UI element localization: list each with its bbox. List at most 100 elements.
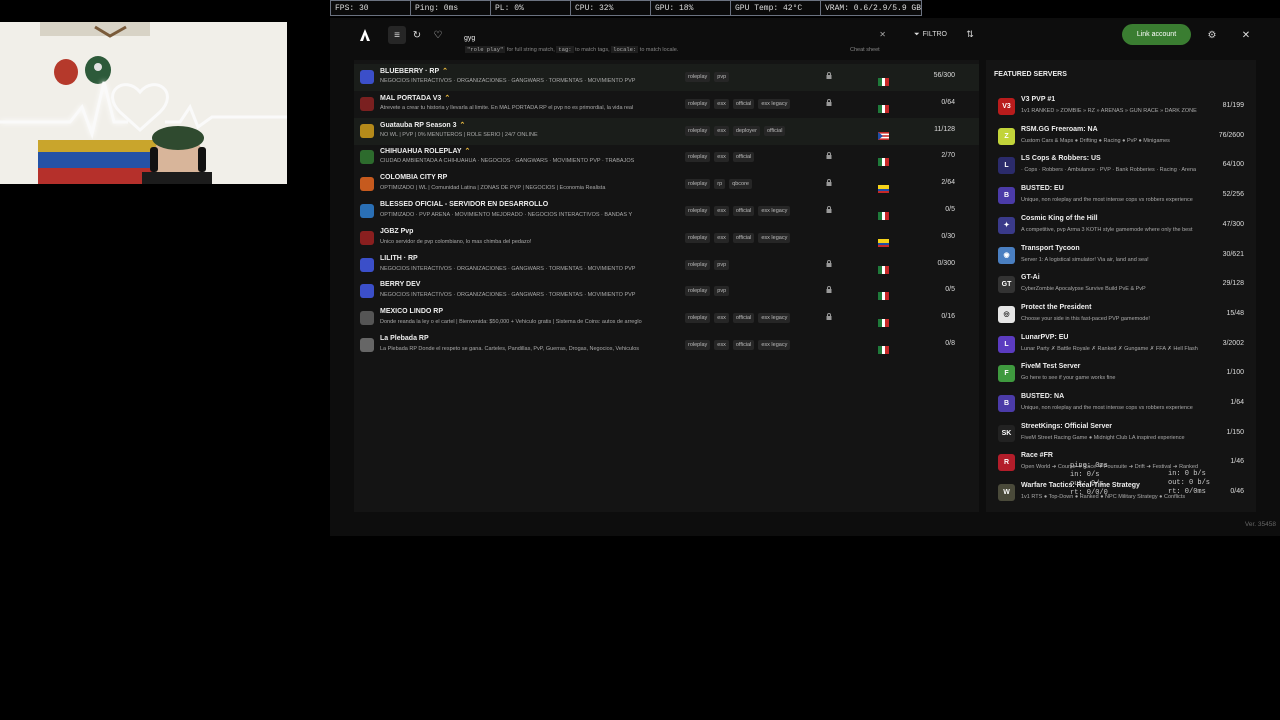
server-tag[interactable]: esx [714, 152, 729, 163]
featured-server-row[interactable]: R Race #FR Open World ➜ Course ➜ Race ➜ Po… [986, 448, 1256, 477]
server-tag[interactable]: official [732, 340, 755, 350]
server-row[interactable]: CHIHUAHUA ROLEPLAY ⌃ CIUDAD AMBIENTADA A C… [354, 144, 979, 171]
server-tag[interactable]: roleplay [685, 206, 711, 216]
server-tag[interactable]: pvp [714, 286, 730, 297]
server-tag[interactable]: roleplay [685, 152, 711, 163]
server-row[interactable]: MEXICO LINDO RP Donde reanda la ley o el … [354, 305, 979, 332]
server-tag[interactable]: qbcore [729, 179, 752, 190]
settings-gear-icon[interactable]: ⚙ [1204, 27, 1220, 43]
server-tag[interactable]: roleplay [685, 232, 711, 243]
close-icon[interactable]: ✕ [1238, 27, 1254, 43]
featured-server-row[interactable]: GT GT-Ai CyberZombie Apocalypse Survive Bu… [986, 270, 1256, 299]
boost-star-icon: ⌃ [444, 94, 451, 102]
server-tag[interactable]: pvp [714, 72, 730, 82]
server-tag[interactable]: roleplay [685, 72, 711, 82]
featured-server-description: CyberZombie Apocalypse Survive Build PvE… [1021, 286, 1146, 293]
featured-server-row[interactable]: Z RSM.GG Freeroam: NA Custom Cars & Maps ●… [986, 122, 1256, 151]
server-row[interactable]: BLESSED OFICIAL - SERVIDOR EN DESARROLLO… [354, 198, 979, 225]
featured-server-row[interactable]: ◉ Transport Tycoon Server 1: A logistical … [986, 241, 1256, 270]
server-tag[interactable]: pvp [714, 259, 730, 270]
server-description: Unico servidor de pvp colombiano, lo mas… [380, 238, 532, 245]
clear-search-icon[interactable]: ✕ [879, 30, 886, 39]
server-row[interactable]: La Plebada RP La Plebada RP Donde el resp… [354, 332, 979, 359]
player-count: 56/300 [933, 72, 955, 79]
server-tag[interactable]: esx legacy [758, 206, 791, 216]
featured-server-row[interactable]: F FiveM Test Server Go here to see if your… [986, 359, 1256, 388]
server-description: OPTIMIZADO · PVP ARENA · MOVIMIENTO MEJO… [380, 212, 633, 218]
stat-item: CPU: 32% [571, 1, 651, 15]
server-tag[interactable]: roleplay [685, 286, 711, 297]
featured-server-description: Lunar Party ✗ Battle Royale ✗ Ranked ✗ G… [1021, 345, 1198, 352]
featured-server-row[interactable]: B BUSTED: EU Unique, non roleplay and the … [986, 181, 1256, 210]
server-tag[interactable]: esx [714, 232, 729, 243]
server-description: OPTIMIZADO | WL | Comunidad Latina | ZON… [380, 185, 606, 192]
server-tag[interactable]: esx [714, 206, 729, 216]
history-icon[interactable]: ↻ [408, 26, 426, 44]
featured-server-row[interactable]: L LunarPVP: EU Lunar Party ✗ Battle Royale… [986, 330, 1256, 359]
server-row[interactable]: JGBZ Pvp Unico servidor de pvp colombiano… [354, 225, 979, 252]
search-input[interactable] [460, 30, 890, 47]
server-row[interactable]: LILITH · RP NEGOCIOS INTERACTIVOS · ORGAN… [354, 252, 979, 279]
boost-star-icon: ⌃ [464, 148, 471, 156]
server-tag[interactable]: roleplay [685, 259, 711, 270]
server-tag[interactable]: esx [714, 98, 729, 109]
filter-button[interactable]: ⏷ FILTRO [908, 26, 953, 43]
lock-icon [826, 179, 832, 188]
server-tag[interactable]: official [732, 232, 755, 243]
featured-server-row[interactable]: SK StreetKings: Official Server FiveM Stre… [986, 419, 1256, 448]
server-tag[interactable]: esx legacy [758, 340, 791, 350]
server-row[interactable]: BLUEBERRY · RP ⌃ NEGOCIOS INTERACTIVOS · O… [354, 64, 979, 91]
cheat-sheet-link[interactable]: Cheat sheet [850, 47, 880, 53]
server-tag[interactable]: esx [714, 340, 729, 350]
featured-server-row[interactable]: V3 V3 PVP #1 1v1 RANKED » ZOMBIE » RZ » AR… [986, 92, 1256, 121]
server-tag[interactable]: esx [714, 125, 729, 136]
featured-server-row[interactable]: ◎ Protect the President Choose your side i… [986, 300, 1256, 329]
server-tag[interactable]: roleplay [685, 340, 711, 350]
featured-server-icon: ◎ [998, 305, 1015, 323]
server-tag[interactable]: roleplay [685, 179, 711, 190]
country-flag-icon [878, 180, 889, 194]
server-tag[interactable]: esx legacy [758, 313, 791, 324]
featured-server-icon: ✦ [998, 216, 1015, 234]
server-name: JGBZ Pvp [380, 228, 413, 235]
favorites-heart-icon[interactable]: ♡ [429, 26, 447, 44]
server-row[interactable]: COLOMBIA CITY RP OPTIMIZADO | WL | Comuni… [354, 171, 979, 198]
server-row[interactable]: BERRY DEV NEGOCIOS INTERACTIVOS · ORGANIZ… [354, 278, 979, 305]
featured-server-name: StreetKings: Official Server [1021, 422, 1113, 430]
list-view-icon[interactable]: ≡ [388, 26, 406, 44]
featured-player-count: 47/300 [1222, 220, 1244, 228]
featured-player-count: 0/46 [1230, 488, 1244, 496]
featured-server-row[interactable]: L LS Cops & Robbers: US · Cops · Robbers ·… [986, 151, 1256, 180]
hint-text-fullstring: for full string match, [505, 47, 557, 53]
sort-icon[interactable]: ⇅ [962, 26, 978, 43]
server-tags: roleplay esx official esx legacy [685, 313, 791, 324]
featured-server-icon: ◉ [998, 246, 1015, 264]
featured-server-row[interactable]: B BUSTED: NA Unique, non roleplay and the … [986, 389, 1256, 418]
server-tag[interactable]: esx legacy [758, 98, 791, 109]
featured-server-row[interactable]: W Warfare Tactics: Real-Time Strategy 1v1 … [986, 478, 1256, 507]
server-name: MEXICO LINDO RP [380, 308, 443, 315]
server-tag[interactable]: esx [714, 313, 729, 324]
server-row[interactable]: Guatauba RP Season 3 ⌃ NO WL | PVP | 0% ME… [354, 117, 979, 145]
featured-server-name: BUSTED: EU [1021, 185, 1064, 193]
server-row[interactable]: MAL PORTADA V3 ⌃ Atrevete a crear tu histo… [354, 91, 979, 118]
server-tag[interactable]: roleplay [685, 313, 711, 324]
performance-stats-bar: FPS: 30 Ping: 0ms PL: 0% CPU: 32% GPU: 18% GP… [330, 0, 922, 16]
server-tag[interactable]: roleplay [685, 98, 711, 109]
server-tag[interactable]: official [732, 206, 755, 216]
featured-server-row[interactable]: ✦ Cosmic King of the Hill A competitive, p… [986, 211, 1256, 240]
server-tag[interactable]: rp [714, 179, 726, 190]
featured-servers-panel: FEATURED SERVERS V3 V3 PVP #1 1v1 RANKED »… [986, 60, 1256, 512]
link-account-button[interactable]: Link account [1122, 24, 1191, 45]
server-icon [360, 311, 374, 326]
server-tag[interactable]: official [763, 125, 786, 136]
fivem-logo-icon[interactable] [358, 28, 372, 42]
server-tag[interactable]: roleplay [685, 125, 711, 136]
server-tag[interactable]: esx legacy [758, 232, 791, 243]
featured-player-count: 76/2600 [1218, 131, 1244, 139]
server-tag[interactable]: official [732, 152, 755, 163]
server-tag[interactable]: official [732, 313, 755, 324]
server-tag[interactable]: official [732, 98, 755, 109]
server-name-text: La Plebada RP [380, 335, 429, 342]
server-tag[interactable]: deployer [732, 125, 760, 136]
